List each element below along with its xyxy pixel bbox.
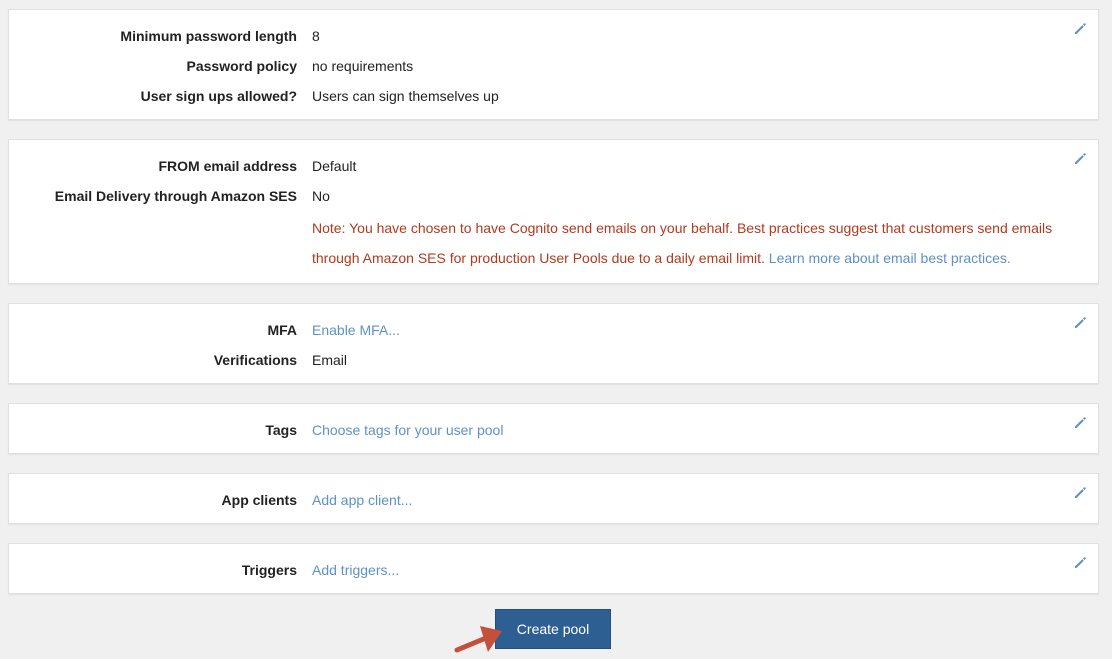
tags-card: Tags Choose tags for your user pool [8,403,1099,454]
triggers-label: Triggers [241,562,297,578]
arrow-icon [454,626,502,653]
mfa-settings-card: MFA Enable MFA... Verifications Email [8,303,1099,384]
add-app-client-link[interactable]: Add app client... [312,490,412,510]
mfa-label: MFA [267,322,297,338]
from-email-label: FROM email address [158,158,298,174]
create-pool-button[interactable]: Create pool [495,609,611,649]
min-password-length-label: Minimum password length [120,28,297,44]
password-policy-value: no requirements [312,58,414,74]
add-triggers-link[interactable]: Add triggers... [312,560,399,580]
password-policy-label: Password policy [186,58,297,74]
tags-label: Tags [265,422,297,438]
email-settings-card: FROM email address Default Email Deliver… [8,139,1099,284]
min-password-length-row: Minimum password length 8 [9,26,1098,46]
triggers-row: Triggers Add triggers... [9,560,1098,580]
ses-delivery-value: No [312,188,330,204]
tags-row: Tags Choose tags for your user pool [9,420,1098,440]
from-email-value: Default [312,158,357,174]
verifications-value: Email [312,352,348,368]
choose-tags-link[interactable]: Choose tags for your user pool [312,420,503,440]
app-clients-card: App clients Add app client... [8,473,1099,524]
user-signups-row: User sign ups allowed? Users can sign th… [9,86,1098,106]
password-policy-row: Password policy no requirements [9,56,1098,76]
enable-mfa-link[interactable]: Enable MFA... [312,320,400,340]
mfa-row: MFA Enable MFA... [9,320,1098,340]
verifications-label: Verifications [213,352,297,368]
app-clients-label: App clients [221,492,297,508]
user-signups-value: Users can sign themselves up [312,88,499,104]
user-signups-label: User sign ups allowed? [140,88,297,104]
triggers-card: Triggers Add triggers... [8,543,1099,594]
email-best-practices-link[interactable]: Learn more about email best practices. [769,250,1011,266]
min-password-length-value: 8 [312,28,320,44]
verifications-row: Verifications Email [9,350,1098,370]
password-settings-card: Minimum password length 8 Password polic… [8,9,1099,120]
app-clients-row: App clients Add app client... [9,490,1098,510]
ses-delivery-label: Email Delivery through Amazon SES [54,188,297,204]
from-email-row: FROM email address Default [9,156,1098,176]
email-limit-note: Note: You have chosen to have Cognito se… [312,213,1082,273]
ses-delivery-row: Email Delivery through Amazon SES No [9,186,1098,206]
